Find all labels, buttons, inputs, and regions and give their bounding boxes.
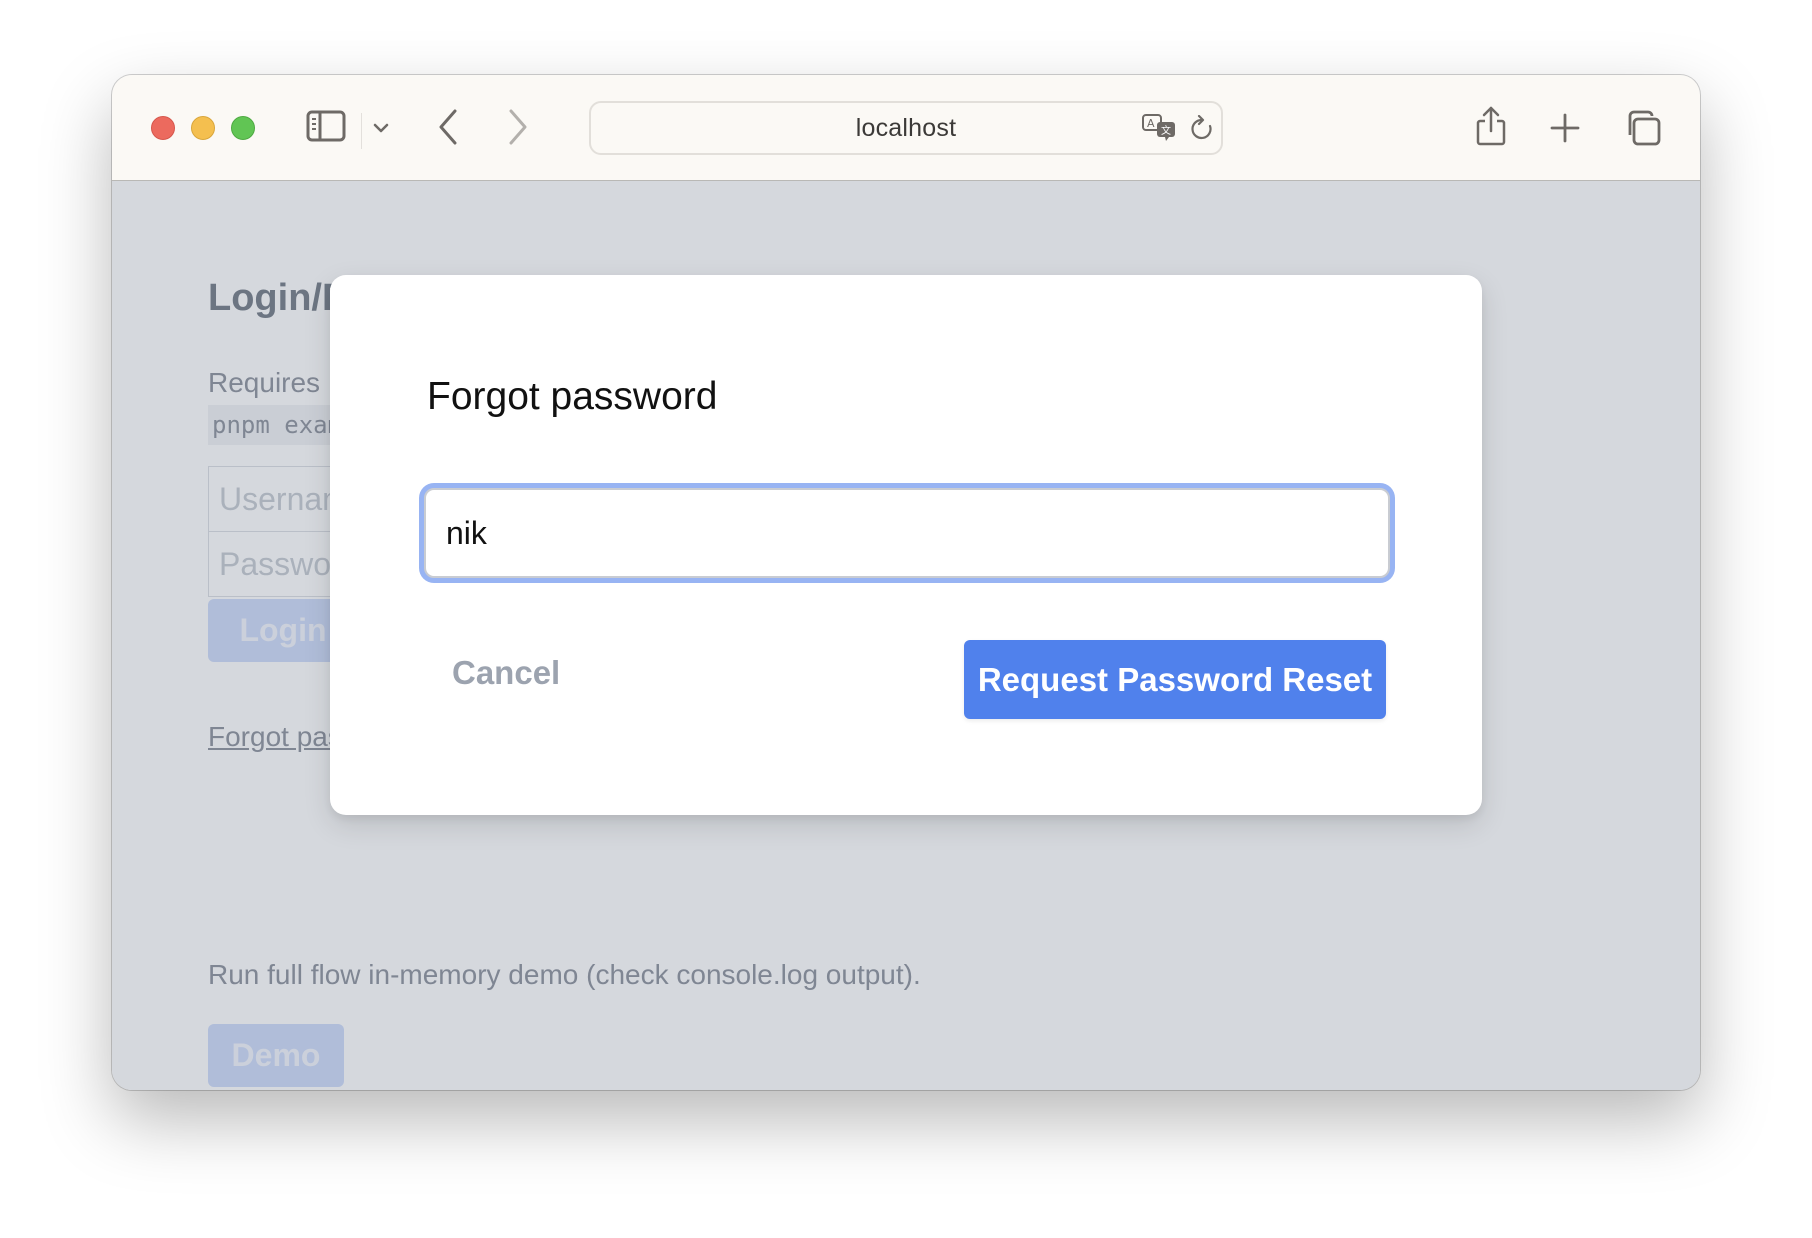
svg-text:文: 文 [1161, 124, 1171, 137]
svg-text:A: A [1147, 117, 1155, 130]
chevron-down-icon[interactable] [373, 122, 389, 134]
tabs-overview-icon[interactable] [1624, 109, 1662, 147]
username-input[interactable] [424, 488, 1390, 578]
dialog-title: Forgot password [427, 375, 718, 418]
browser-toolbar: localhost A文 [112, 75, 1700, 181]
minimize-window-button[interactable] [191, 116, 215, 140]
browser-window: localhost A文 Login/Register Requires pnp… [112, 75, 1700, 1090]
share-icon[interactable] [1475, 105, 1507, 147]
reload-icon[interactable] [1189, 115, 1215, 143]
close-window-button[interactable] [151, 116, 175, 140]
toolbar-separator [361, 113, 362, 149]
forgot-password-dialog: Forgot password Cancel Request Password … [330, 275, 1482, 815]
cancel-button[interactable]: Cancel [428, 633, 584, 713]
request-password-reset-button[interactable]: Request Password Reset [964, 640, 1386, 719]
page-content: Login/Register Requires pnpm example Use… [112, 181, 1700, 1090]
chevron-right-icon[interactable] [507, 108, 529, 146]
translate-icon[interactable]: A文 [1141, 113, 1181, 143]
chevron-left-icon[interactable] [437, 108, 459, 146]
address-url[interactable]: localhost [591, 103, 1221, 153]
sidebar-icon[interactable] [306, 110, 346, 142]
address-bar[interactable]: localhost A文 [589, 101, 1223, 155]
plus-icon[interactable] [1550, 113, 1580, 143]
zoom-window-button[interactable] [231, 116, 255, 140]
